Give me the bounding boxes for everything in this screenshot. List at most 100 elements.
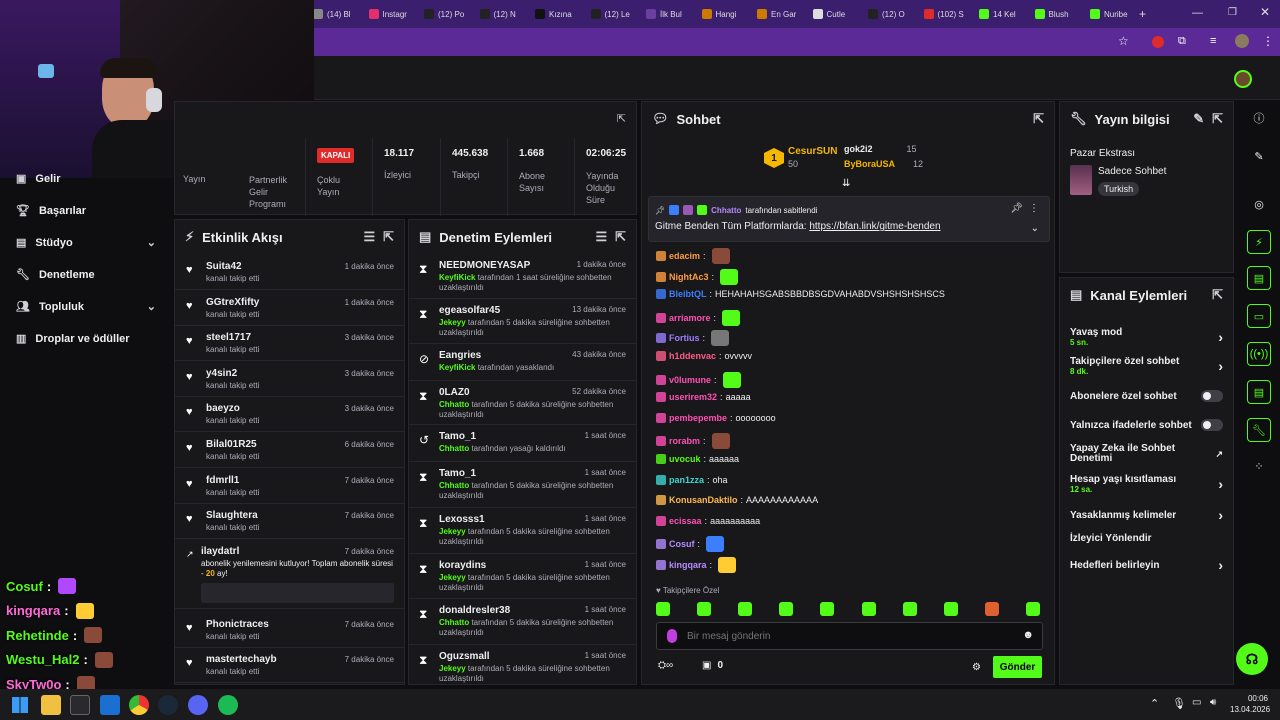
wrench-icon[interactable]: 🔧︎ (1247, 418, 1271, 442)
event-username[interactable]: GGtreXfifty (206, 297, 259, 308)
more-options-icon[interactable]: ⋮ (1029, 203, 1039, 214)
chat-username[interactable]: Cosuf (669, 539, 695, 549)
file-explorer-icon[interactable] (41, 695, 61, 715)
chrome-icon[interactable] (129, 695, 149, 715)
moderator-name[interactable]: Jekeyy (439, 527, 466, 536)
event-username[interactable]: ilaydatrl (201, 546, 239, 557)
ai-moderation-action[interactable]: Yapay Zeka ile Sohbet Denetimi ↗ (1070, 444, 1223, 464)
chat-username[interactable]: ecissaa (669, 516, 702, 526)
chat-username[interactable]: KonusanDaktilo (669, 495, 738, 505)
subscribers-only-toggle[interactable] (1201, 390, 1223, 402)
chat-username[interactable]: v0lumune (669, 375, 711, 385)
browser-tab[interactable]: İlk Bul (646, 5, 698, 23)
camera-icon[interactable]: ◎ (1247, 192, 1271, 216)
browser-tab[interactable]: Cutle (812, 5, 865, 23)
browser-menu-icon[interactable]: ⋮ (1262, 34, 1274, 48)
popout-icon[interactable]: ⇱ (1212, 111, 1223, 127)
moderator-name[interactable]: KeyfiKick (439, 273, 475, 282)
store-icon[interactable] (70, 695, 90, 715)
channel-actions-icon[interactable]: ▤ (1247, 380, 1271, 404)
moderated-username[interactable]: egeasolfar45 (439, 305, 500, 316)
browser-tab[interactable]: (12) Le (590, 5, 643, 23)
microphone-icon[interactable] (667, 629, 677, 643)
lightning-icon[interactable]: ⚡︎ (1247, 230, 1271, 254)
moderated-username[interactable]: koraydins (439, 560, 486, 571)
new-tab-button[interactable]: + (1139, 5, 1151, 23)
moderated-username[interactable]: Lexosss1 (439, 514, 485, 525)
quick-emote-icon[interactable] (656, 602, 670, 616)
moderator-name[interactable]: Chhatto (439, 444, 469, 453)
moderator-name[interactable]: Jekeyy (439, 318, 466, 327)
chat-bubble-icon[interactable]: ▭ (1247, 304, 1271, 328)
chat-username[interactable]: BleibtQL (669, 289, 707, 299)
moderator-name[interactable]: Chhatto (439, 481, 469, 490)
edit-pencil-icon[interactable]: ✎ (1247, 144, 1271, 168)
support-headset-icon[interactable]: ☊ (1236, 643, 1268, 675)
event-username[interactable]: Slaughtera (206, 510, 258, 521)
bookmark-star-icon[interactable]: ☆ (1118, 34, 1129, 48)
chat-username[interactable]: pan1zza (669, 475, 704, 485)
moderated-username[interactable]: Tamo_1 (439, 468, 476, 479)
windows-start-icon[interactable] (12, 697, 28, 713)
quick-emote-icon[interactable] (820, 602, 835, 616)
more-apps-icon[interactable]: ⁘ (1247, 454, 1271, 478)
quick-emote-icon[interactable] (1025, 602, 1040, 616)
browser-tab[interactable]: (102) S (923, 5, 976, 23)
chat-username[interactable]: userirem32 (669, 392, 717, 402)
moderator-name[interactable]: Chhatto (439, 618, 469, 627)
channel-points[interactable]: ▣ 0 (702, 660, 723, 671)
quick-emote-icon[interactable] (902, 602, 917, 616)
info-icon[interactable]: ⓘ (1247, 106, 1271, 130)
popout-icon[interactable]: ⇱ (615, 229, 626, 245)
extension-icon[interactable] (1152, 36, 1164, 48)
moderator-name[interactable]: Chhatto (439, 400, 469, 409)
moderator-name[interactable]: Jekeyy (439, 664, 466, 673)
filter-icon[interactable]: ☰ (595, 229, 607, 245)
followers-only-chat-action[interactable]: Takipçilere özel sohbet 8 dk. › (1070, 356, 1223, 376)
stream-category[interactable]: Sadece Sohbet (1098, 166, 1166, 177)
moderator-name[interactable]: KeyfiKick (439, 363, 475, 372)
outlook-icon[interactable] (100, 695, 120, 715)
slow-mode-action[interactable]: Yavaş mod 5 sn. › (1070, 327, 1223, 347)
microphone-icon[interactable]: 🎙︎ (1172, 697, 1186, 710)
sidebar-item-topluluk[interactable]: 👥︎ Topluluk ⌄ (16, 300, 156, 314)
quick-emote-icon[interactable] (779, 602, 794, 616)
popout-icon[interactable]: ⇱ (1212, 287, 1223, 303)
goals-action[interactable]: Hedefleri belirleyin › (1070, 557, 1223, 573)
chat-username[interactable]: edacim (669, 251, 700, 261)
browser-tab[interactable]: En Gar (757, 5, 809, 23)
pinned-link[interactable]: https://bfan.link/gitme-benden (809, 221, 940, 232)
sidebar-item-basarilar[interactable]: 🏆︎ Başarılar (16, 204, 86, 218)
moderated-username[interactable]: Tamo_1 (439, 431, 476, 442)
network-icon[interactable]: ▭ (1192, 697, 1201, 708)
clock[interactable]: 00:06 13.04.2026 (1230, 693, 1270, 715)
banned-words-action[interactable]: Yasaklanmış kelimeler › (1070, 507, 1223, 523)
community-icon[interactable]: ⛭∞ (658, 660, 673, 671)
event-username[interactable]: baeyzo (206, 403, 240, 414)
moderated-username[interactable]: donaldresler38 (439, 605, 510, 616)
chat-username[interactable]: h1ddenvac (669, 351, 716, 361)
chat-username[interactable]: arriamore (669, 313, 711, 323)
broadcast-icon[interactable]: ((•)) (1247, 342, 1271, 366)
sidebar-item-droplar[interactable]: ▥ Droplar ve ödüller (16, 332, 130, 346)
event-username[interactable]: Suita42 (206, 261, 242, 272)
popout-icon[interactable]: ⇱ (1033, 111, 1044, 127)
discord-icon[interactable] (188, 695, 208, 715)
browser-tab[interactable]: 14 Kel (979, 5, 1031, 23)
quick-emote-icon[interactable] (738, 602, 753, 616)
quick-emote-icon[interactable] (943, 602, 958, 616)
chat-message-input[interactable] (687, 627, 1007, 645)
stream-tag[interactable]: Turkish (1098, 182, 1140, 196)
account-age-action[interactable]: Hesap yaşı kısıtlaması 12 sa. › (1070, 474, 1223, 494)
maximize-icon[interactable]: ❐ (1228, 7, 1237, 18)
browser-tab[interactable]: Instagr (368, 5, 421, 23)
browser-tab[interactable]: Kızına (535, 5, 587, 23)
chat-username[interactable]: Fortius (669, 333, 700, 343)
extensions-puzzle-icon[interactable]: ⧉ (1178, 35, 1186, 48)
browser-tab[interactable]: (12) N (479, 5, 532, 23)
chat-username[interactable]: rorabm (669, 436, 700, 446)
browser-tab[interactable]: Nuribe (1090, 5, 1142, 23)
user-avatar[interactable] (1234, 70, 1252, 88)
moderated-username[interactable]: Eangries (439, 350, 481, 361)
moderator-name[interactable]: Jekeyy (439, 573, 466, 582)
